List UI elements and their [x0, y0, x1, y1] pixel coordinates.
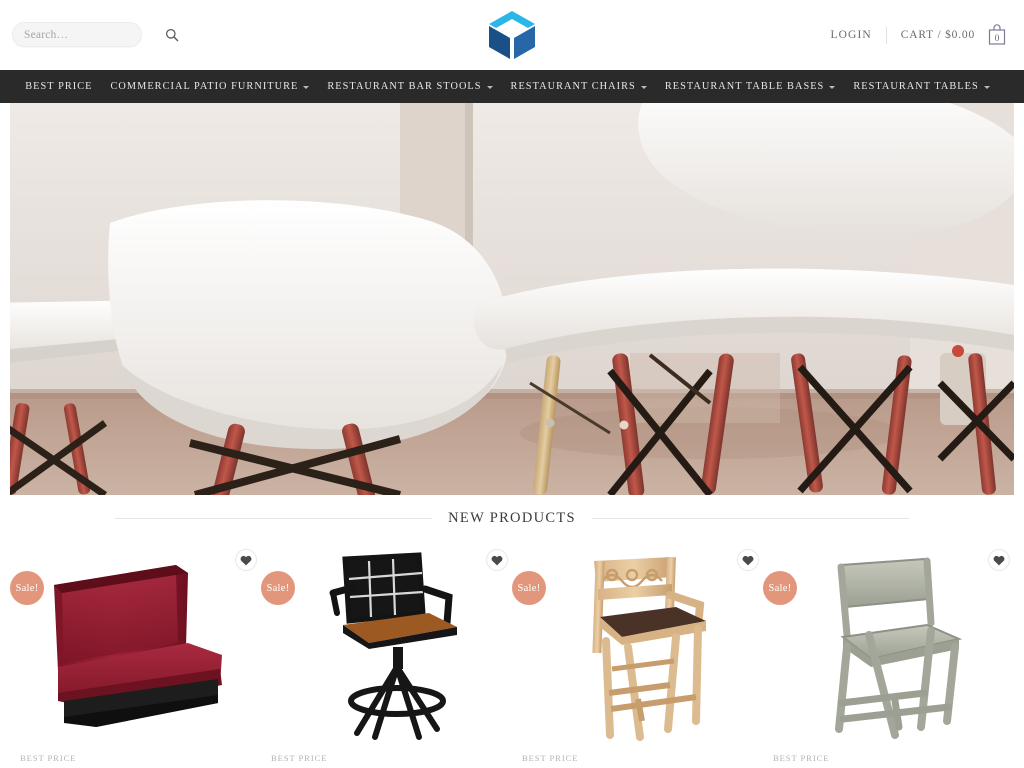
- nav-label: COMMERCIAL PATIO FURNITURE: [110, 81, 299, 92]
- divider-left: [115, 517, 433, 519]
- account-area: LOGIN CART / $0.00 0: [831, 21, 1010, 49]
- product-image[interactable]: [773, 549, 1004, 741]
- cart-count: 0: [994, 34, 1000, 44]
- nav-item-restaurant-bar-stools[interactable]: RESTAURANT BAR STOOLS: [318, 81, 501, 92]
- product-category: BEST PRICE: [271, 753, 328, 763]
- heart-icon: [993, 555, 1005, 565]
- sale-badge: Sale!: [261, 571, 295, 605]
- nav-label: RESTAURANT BAR STOOLS: [327, 81, 482, 92]
- chevron-down-icon: [640, 86, 647, 89]
- hero-section: [0, 103, 1024, 495]
- nav-item-restaurant-table-bases[interactable]: RESTAURANT TABLE BASES: [656, 81, 845, 92]
- header-divider: [885, 26, 887, 44]
- product-card[interactable]: Sale! BEST PRICE: [763, 541, 1014, 768]
- wishlist-button[interactable]: [235, 549, 257, 571]
- nav-label: RESTAURANT TABLES: [853, 81, 979, 92]
- chevron-down-icon: [486, 86, 493, 89]
- chevron-down-icon: [303, 86, 310, 89]
- chevron-down-icon: [983, 86, 990, 89]
- nav-label: BEST PRICE: [25, 81, 93, 92]
- sale-badge: Sale!: [10, 571, 44, 605]
- nav-item-restaurant-tables[interactable]: RESTAURANT TABLES: [844, 81, 998, 92]
- wishlist-button[interactable]: [486, 549, 508, 571]
- product-card[interactable]: Sale! BEST PRICE: [261, 541, 512, 768]
- site-header: LOGIN CART / $0.00 0: [0, 0, 1024, 70]
- heart-icon: [240, 555, 252, 565]
- cart-link[interactable]: CART / $0.00: [901, 29, 975, 41]
- chevron-down-icon: [829, 86, 836, 89]
- product-category: BEST PRICE: [773, 753, 830, 763]
- nav-label: RESTAURANT TABLE BASES: [664, 81, 825, 92]
- folding-chair-image: [834, 557, 962, 739]
- sale-badge: Sale!: [512, 571, 546, 605]
- main-navigation: BEST PRICE COMMERCIAL PATIO FURNITURE RE…: [0, 70, 1024, 103]
- hero-image: [10, 103, 1014, 495]
- cart-button[interactable]: 0: [984, 22, 1010, 48]
- cube-logo-icon: [489, 11, 535, 59]
- product-image[interactable]: [271, 549, 502, 741]
- product-card[interactable]: Sale! BEST PRICE: [10, 541, 261, 768]
- product-category: BEST PRICE: [20, 753, 77, 763]
- wishlist-button[interactable]: [988, 549, 1010, 571]
- search-box[interactable]: [12, 22, 179, 47]
- wood-bar-stool-image: [591, 556, 706, 741]
- site-logo[interactable]: [483, 6, 541, 64]
- heart-icon: [491, 555, 503, 565]
- product-image[interactable]: [20, 549, 251, 741]
- restaurant-booth-image: [53, 565, 222, 727]
- page-title: NEW PRODUCTS: [448, 509, 576, 526]
- new-products-header: NEW PRODUCTS: [0, 495, 1024, 541]
- search-input[interactable]: [24, 28, 165, 41]
- heart-icon: [742, 555, 754, 565]
- login-link[interactable]: LOGIN: [831, 29, 886, 41]
- nav-item-restaurant-chairs[interactable]: RESTAURANT CHAIRS: [502, 81, 656, 92]
- product-card[interactable]: Sale! BEST PRICE: [512, 541, 763, 768]
- sale-badge: Sale!: [763, 571, 797, 605]
- wishlist-button[interactable]: [737, 549, 759, 571]
- window-back-swivel-bar-stool-image: [329, 552, 457, 740]
- divider-right: [591, 517, 910, 519]
- product-image[interactable]: [522, 549, 753, 741]
- nav-label: RESTAURANT CHAIRS: [510, 81, 636, 92]
- product-category: BEST PRICE: [522, 753, 579, 763]
- product-grid: Sale! BEST PRICE Sale! BEST PRICE Sale! …: [0, 541, 1024, 768]
- hero-banner[interactable]: [10, 103, 1014, 495]
- search-submit-button[interactable]: [165, 28, 179, 42]
- nav-item-commercial-patio-furniture[interactable]: COMMERCIAL PATIO FURNITURE: [102, 81, 319, 92]
- nav-item-best-price[interactable]: BEST PRICE: [25, 81, 101, 92]
- search-icon: [165, 28, 179, 41]
